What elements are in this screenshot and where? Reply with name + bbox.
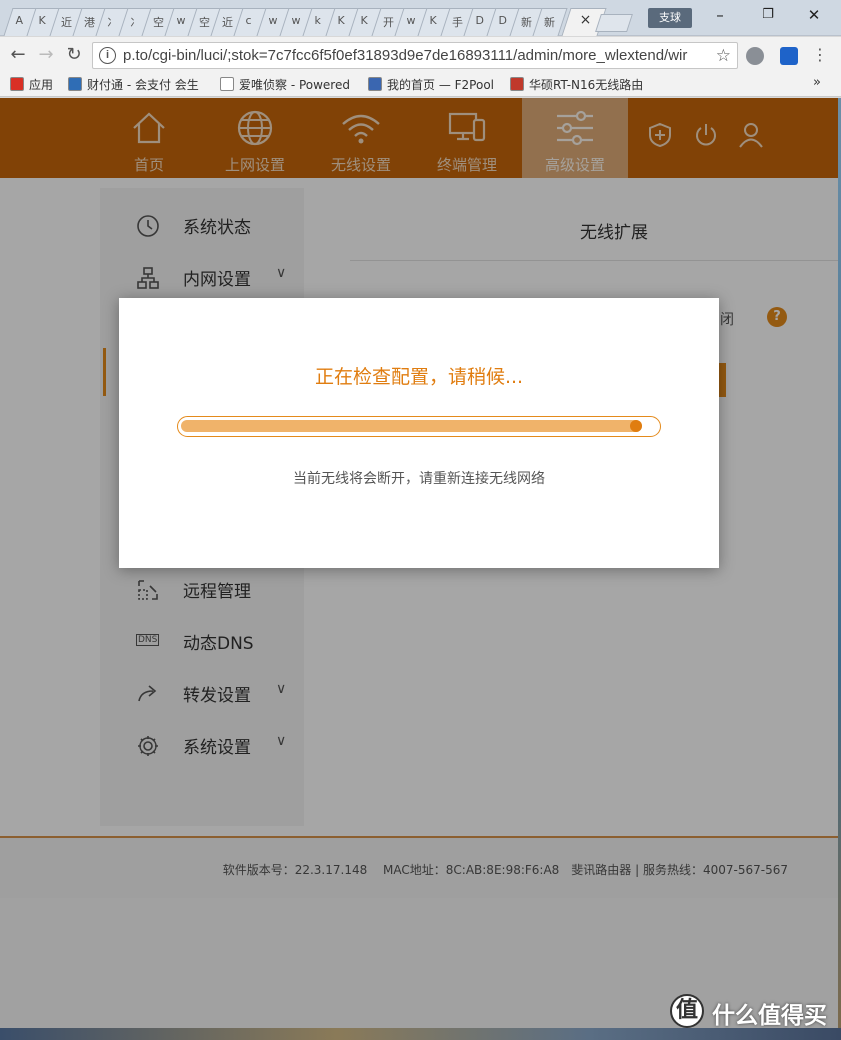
bookmark-item[interactable]: 华硕RT-N16无线路由	[510, 76, 643, 93]
bookmark-label: 爱唯侦察 - Powered	[239, 78, 350, 92]
watermark-logo-icon: 值	[670, 994, 704, 1028]
bookmarks-bar: 应用 财付通 - 会支付 会生 爱唯侦察 - Powered 我的首页 — F2Poo…	[0, 73, 841, 97]
address-bar[interactable]: i p.to/cgi-bin/luci/;stok=7c7fcc6f5f0ef3…	[92, 42, 738, 69]
reload-button[interactable]: ↻	[62, 43, 86, 67]
minimize-button[interactable]: –	[700, 4, 740, 28]
tab-title: 港	[84, 16, 95, 29]
tab-title: w	[176, 14, 186, 27]
tab-title: K	[360, 14, 368, 27]
tab-title: w	[406, 14, 416, 27]
tab-title: 手	[452, 16, 463, 29]
asus-icon	[510, 77, 524, 91]
forward-button[interactable]: →	[34, 43, 58, 67]
browser-tab-strip: AK近港冫冫空w空近cwwkKK开wK手DD新新 × 支球 – ❐ ✕	[0, 0, 841, 36]
tab-title: 空	[153, 16, 164, 29]
restore-button[interactable]: ❐	[748, 4, 788, 28]
shield-icon	[68, 77, 82, 91]
progress-bar	[177, 416, 661, 437]
dialog-hint: 当前无线将会断开，请重新连接无线网络	[293, 471, 545, 487]
page-icon	[220, 77, 234, 91]
bookmark-label: 我的首页 — F2Pool	[387, 78, 494, 92]
dialog-message: 正在检查配置，请稍候...	[314, 366, 524, 388]
apps-grid-icon	[10, 77, 24, 91]
tab-title: 近	[222, 16, 233, 29]
extension-globe-icon[interactable]	[746, 47, 764, 65]
watermark-text: 什么值得买	[712, 1003, 827, 1029]
tab-title: k	[314, 14, 321, 27]
tab-title: K	[337, 14, 345, 27]
tab-title: A	[15, 14, 24, 27]
browser-toolbar: ← → ↻ i p.to/cgi-bin/luci/;stok=7c7fcc6f…	[0, 37, 841, 73]
tab-title: 开	[383, 16, 394, 29]
bookmark-label: 华硕RT-N16无线路由	[529, 78, 644, 92]
tab-title: w	[291, 14, 301, 27]
bookmark-item[interactable]: 爱唯侦察 - Powered	[220, 76, 350, 93]
checking-config-dialog: 正在检查配置，请稍候... 当前无线将会断开，请重新连接无线网络	[119, 298, 719, 568]
tab-title: D	[498, 14, 507, 27]
tab-title: 冫	[130, 16, 141, 29]
tab-title: K	[38, 14, 46, 27]
tab-title: 新	[521, 16, 532, 29]
f2pool-icon	[368, 77, 382, 91]
new-tab-button[interactable]	[595, 14, 633, 32]
bookmark-item[interactable]: 我的首页 — F2Pool	[368, 76, 494, 93]
tab-title: 空	[199, 16, 210, 29]
tab-title: D	[475, 14, 484, 27]
tab-close-icon[interactable]: ×	[580, 12, 592, 28]
profile-chip[interactable]: 支球	[648, 8, 692, 28]
tab-title: K	[429, 14, 437, 27]
progress-fill	[181, 420, 642, 432]
bookmark-star-icon[interactable]: ☆	[716, 46, 731, 66]
extension-icon[interactable]	[780, 47, 798, 65]
tab-title: 冫	[107, 16, 118, 29]
tab-title: c	[245, 14, 252, 27]
bookmark-item[interactable]: 财付通 - 会支付 会生	[68, 76, 199, 93]
tab-title: 新	[544, 16, 555, 29]
bookmark-label: 财付通 - 会支付 会生	[87, 78, 199, 92]
tab-title: 近	[61, 16, 72, 29]
tab-title: w	[268, 14, 278, 27]
close-window-button[interactable]: ✕	[794, 4, 834, 28]
progress-knob	[630, 420, 642, 432]
bookmark-label: 应用	[29, 78, 54, 92]
bookmarks-more-button[interactable]: »	[813, 75, 821, 90]
bookmark-item[interactable]: 应用	[10, 76, 53, 93]
url-text[interactable]: p.to/cgi-bin/luci/;stok=7c7fcc6f5f0ef318…	[123, 47, 709, 64]
site-info-icon[interactable]: i	[99, 47, 116, 64]
menu-icon[interactable]: ⋮	[808, 43, 832, 67]
back-button[interactable]: ←	[6, 43, 30, 67]
